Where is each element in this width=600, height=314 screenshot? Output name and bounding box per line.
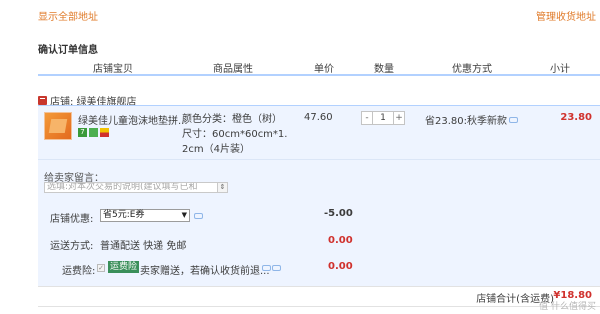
qty-decrease-button[interactable]: - [361,111,373,125]
shipping-amount: 0.00 [328,235,353,246]
show-all-addresses-link[interactable]: 显示全部地址 [38,8,98,23]
insurance-description: 卖家赠送，若确认收货前退... [140,266,270,277]
guarantee-icon [89,128,98,137]
watermark: 值 什么值得买 [539,302,596,312]
insurance-help-icon[interactable] [272,265,281,271]
service-badges: 7 [78,128,109,137]
attr-size-cont: 2cm（4片装） [182,144,250,155]
qty-input[interactable]: 1 [373,111,393,125]
col-header-unit-price: 单价 [314,64,334,75]
invoice-icon [100,128,109,137]
insurance-checkbox[interactable]: ✓ [97,264,105,272]
col-header-subtotal: 小计 [550,64,570,75]
shop-discount-selected: 省5元:E券 [103,210,145,220]
product-thumbnail[interactable] [44,112,72,140]
attr-color: 颜色分类：橙色（树） [182,114,282,125]
insurance-label: 运费险: [62,266,96,277]
shop-icon [38,96,47,105]
shop-total-row: 店铺合计(含运费) ¥18.80 [38,286,600,306]
shop-discount-amount: -5.00 [324,208,353,219]
shop-discount-label: 店铺优惠: [50,214,94,225]
quantity-stepper: - 1 + [361,111,405,125]
product-attributes: 颜色分类：橙色（树） 尺寸：60cm*60cm*1. 2cm（4片装） [182,112,287,157]
shipping-label: 运送方式: [50,241,94,252]
seller-message-placeholder: 选填:对本次交易的说明(建议填写已和 [47,182,198,192]
seven-day-return-icon: 7 [78,128,87,137]
item-subtotal: 23.80 [560,112,592,123]
insurance-info-icon[interactable] [262,265,271,271]
discount-info-icon[interactable] [194,213,203,219]
insurance-amount: 0.00 [328,261,353,272]
chevron-down-icon: ▼ [181,211,187,219]
attr-size: 尺寸：60cm*60cm*1. [182,129,288,140]
promotion-text: 省23.80:秋季新款 [425,116,507,127]
section-title: 确认订单信息 [38,45,98,56]
info-bubble-icon[interactable] [509,116,518,123]
shop-discount-select[interactable]: 省5元:E券 ▼ [100,209,190,222]
manage-addresses-link[interactable]: 管理收货地址 [536,8,596,23]
qty-increase-button[interactable]: + [393,111,405,125]
col-header-quantity: 数量 [374,64,394,75]
order-options-panel: 给卖家留言： 选填:对本次交易的说明(建议填写已和 ⇕ 店铺优惠: 省5元:E券… [38,159,600,286]
col-header-discount: 优惠方式 [452,64,492,75]
shipping-method: 普通配送 快递 免邮 [100,241,187,252]
col-header-item: 店铺宝贝 [93,64,133,75]
insurance-tag: 运费险 [108,261,140,273]
divider [38,306,600,307]
scroll-stepper-icon[interactable]: ⇕ [217,183,227,192]
seller-message-input[interactable]: 选填:对本次交易的说明(建议填写已和 ⇕ [44,182,228,193]
col-header-attributes: 商品属性 [213,64,253,75]
order-table-header: 店铺宝贝 商品属性 单价 数量 优惠方式 小计 [38,58,600,76]
product-name-link[interactable]: 绿美佳儿童泡沫地垫拼... [78,112,188,127]
promotion: 省23.80:秋季新款 [425,112,518,127]
order-item-row: 绿美佳儿童泡沫地垫拼... 7 颜色分类：橙色（树） 尺寸：60cm*60cm*… [38,105,600,159]
unit-price: 47.60 [304,112,333,123]
